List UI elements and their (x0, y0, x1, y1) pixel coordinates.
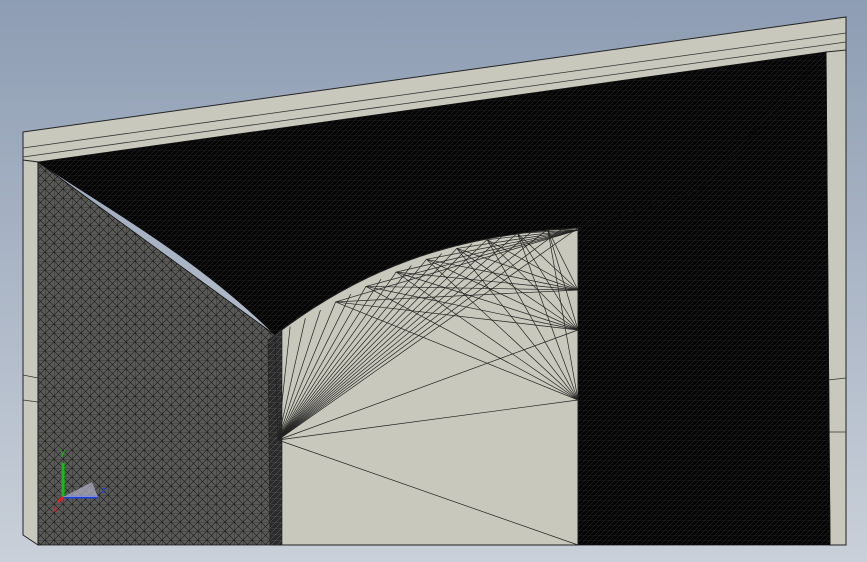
triad-x-label: x (52, 505, 58, 515)
triad-y-label: y (60, 448, 66, 458)
model-scene[interactable]: y z x (0, 0, 867, 562)
triad-z-label: z (101, 486, 106, 496)
graphics-viewport[interactable]: y z x (0, 0, 867, 562)
left-wall[interactable] (22, 159, 39, 546)
